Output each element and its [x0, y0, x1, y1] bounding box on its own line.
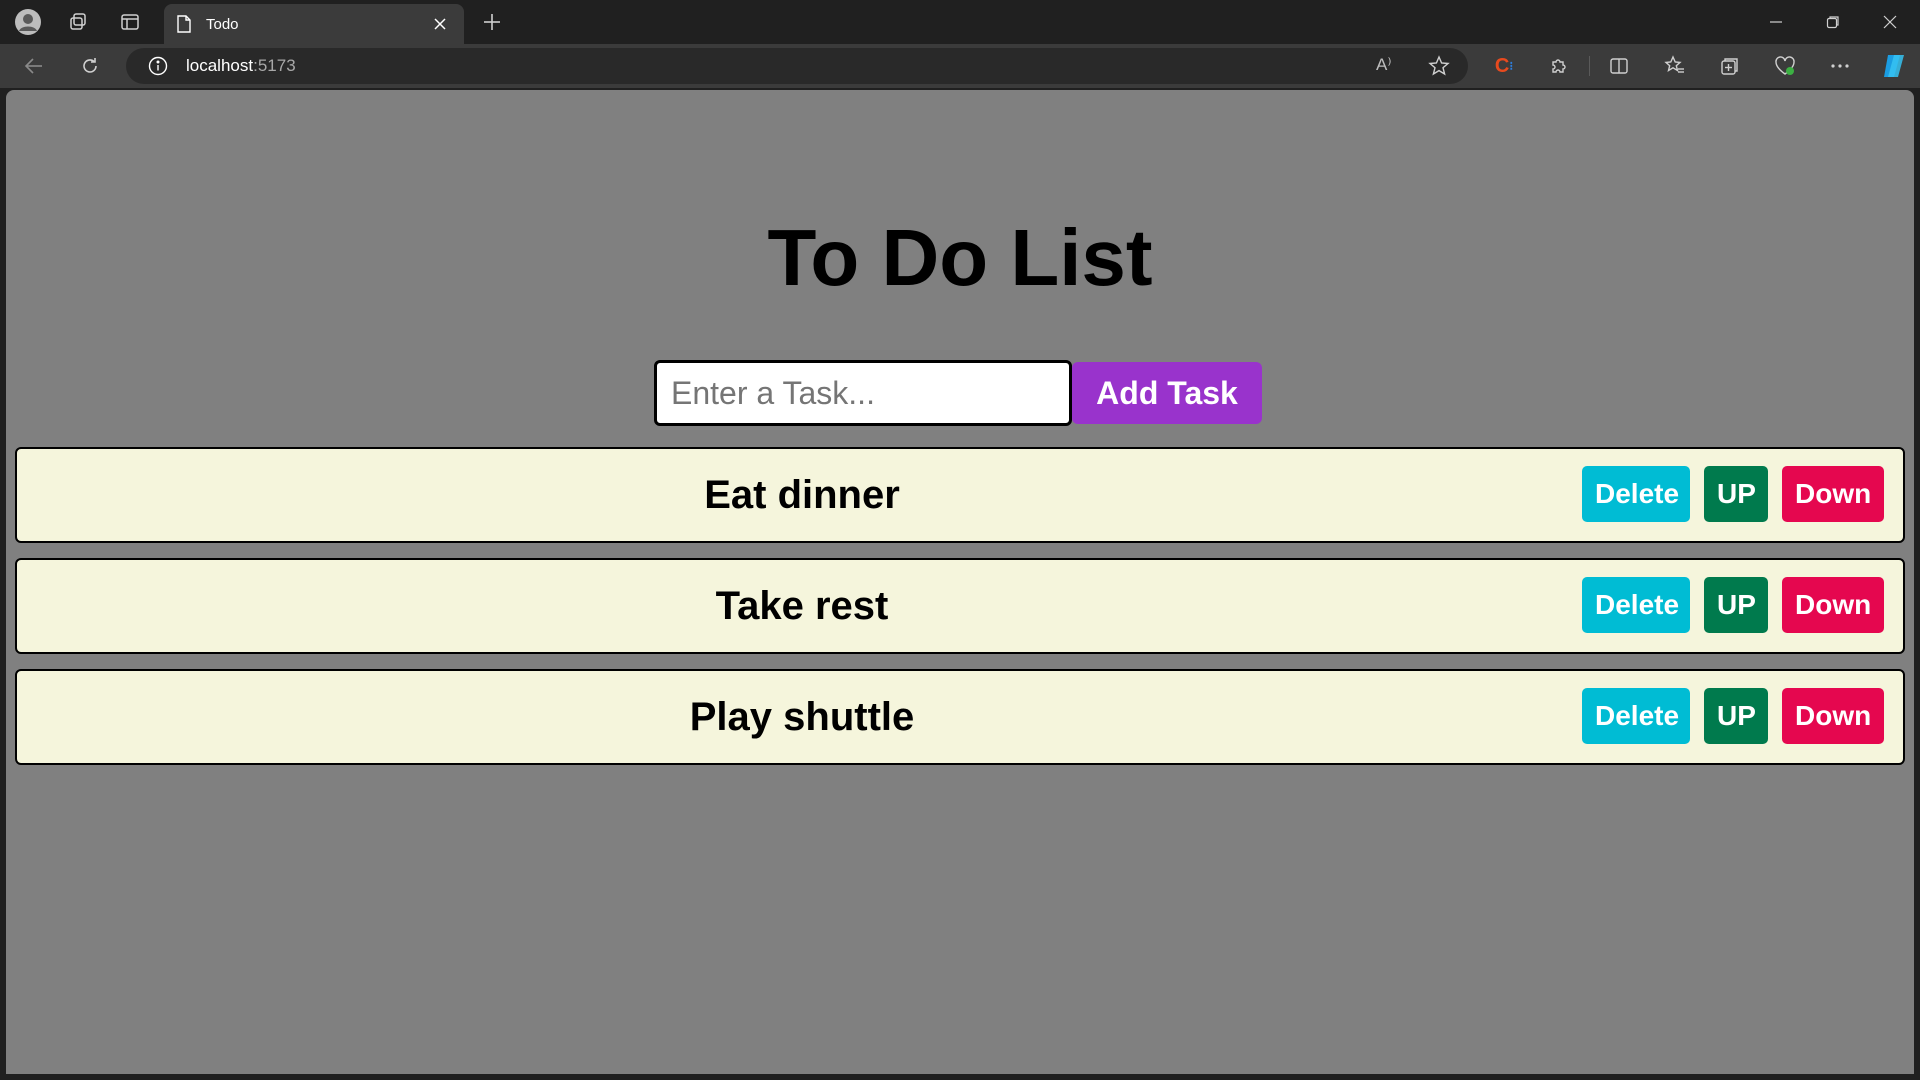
task-item: Eat dinner Delete UP Down [15, 447, 1905, 543]
window-bottom-border [0, 1074, 1920, 1080]
vertical-tabs-icon[interactable] [116, 8, 144, 36]
copilot-icon[interactable] [1878, 50, 1910, 82]
move-up-button[interactable]: UP [1704, 466, 1768, 522]
task-list: Eat dinner Delete UP Down Take rest Dele… [15, 447, 1905, 780]
profile-avatar-icon[interactable] [12, 6, 44, 38]
page-title: To Do List [767, 213, 1153, 302]
extensions-puzzle-icon[interactable] [1545, 52, 1573, 80]
collections-icon[interactable] [1716, 52, 1744, 80]
close-window-icon[interactable] [1876, 8, 1904, 36]
move-down-button[interactable]: Down [1782, 466, 1884, 522]
refresh-icon[interactable] [76, 52, 104, 80]
task-actions: Delete UP Down [1582, 577, 1884, 633]
delete-button[interactable]: Delete [1582, 688, 1690, 744]
task-form: Add Task [654, 360, 1262, 426]
delete-button[interactable]: Delete [1582, 577, 1690, 633]
move-down-button[interactable]: Down [1782, 577, 1884, 633]
favorites-icon[interactable] [1661, 52, 1689, 80]
task-actions: Delete UP Down [1582, 688, 1884, 744]
address-host: localhost [186, 56, 254, 75]
tab-todo[interactable]: Todo [164, 4, 464, 44]
browser-essentials-icon[interactable] [1771, 52, 1799, 80]
add-task-button[interactable]: Add Task [1072, 362, 1262, 424]
task-item: Take rest Delete UP Down [15, 558, 1905, 654]
move-down-button[interactable]: Down [1782, 688, 1884, 744]
browser-toolbar: localhost:5173 A⁾ C ⁝ [0, 44, 1920, 88]
favorite-star-icon[interactable] [1428, 55, 1450, 77]
move-up-button[interactable]: UP [1704, 577, 1768, 633]
browser-tab-bar: Todo [0, 0, 1920, 44]
restore-icon[interactable] [1819, 8, 1847, 36]
workspaces-icon[interactable] [64, 8, 92, 36]
task-item: Play shuttle Delete UP Down [15, 669, 1905, 765]
page-viewport: To Do List Add Task Eat dinner Delete UP… [6, 90, 1914, 1074]
tab-close-icon[interactable] [428, 12, 452, 36]
task-text: Play shuttle [689, 694, 915, 739]
minimize-icon[interactable] [1762, 8, 1790, 36]
toolbar-divider [1589, 56, 1590, 76]
extension-c-icon[interactable]: C ⁝ [1490, 52, 1518, 80]
new-tab-icon[interactable] [478, 8, 506, 36]
address-bar[interactable]: localhost:5173 A⁾ [126, 48, 1468, 84]
more-options-icon[interactable] [1826, 52, 1854, 80]
task-input[interactable] [654, 360, 1072, 426]
page-document-icon [176, 15, 192, 33]
split-screen-icon[interactable] [1605, 52, 1633, 80]
address-port: :5173 [253, 56, 296, 75]
delete-button[interactable]: Delete [1582, 466, 1690, 522]
back-icon[interactable] [20, 52, 48, 80]
tab-title: Todo [206, 15, 239, 33]
task-actions: Delete UP Down [1582, 466, 1884, 522]
move-up-button[interactable]: UP [1704, 688, 1768, 744]
site-info-icon[interactable] [148, 56, 168, 76]
task-text: Eat dinner [704, 472, 900, 517]
task-text: Take rest [715, 583, 889, 628]
read-aloud-icon[interactable]: A⁾ [1376, 55, 1392, 75]
